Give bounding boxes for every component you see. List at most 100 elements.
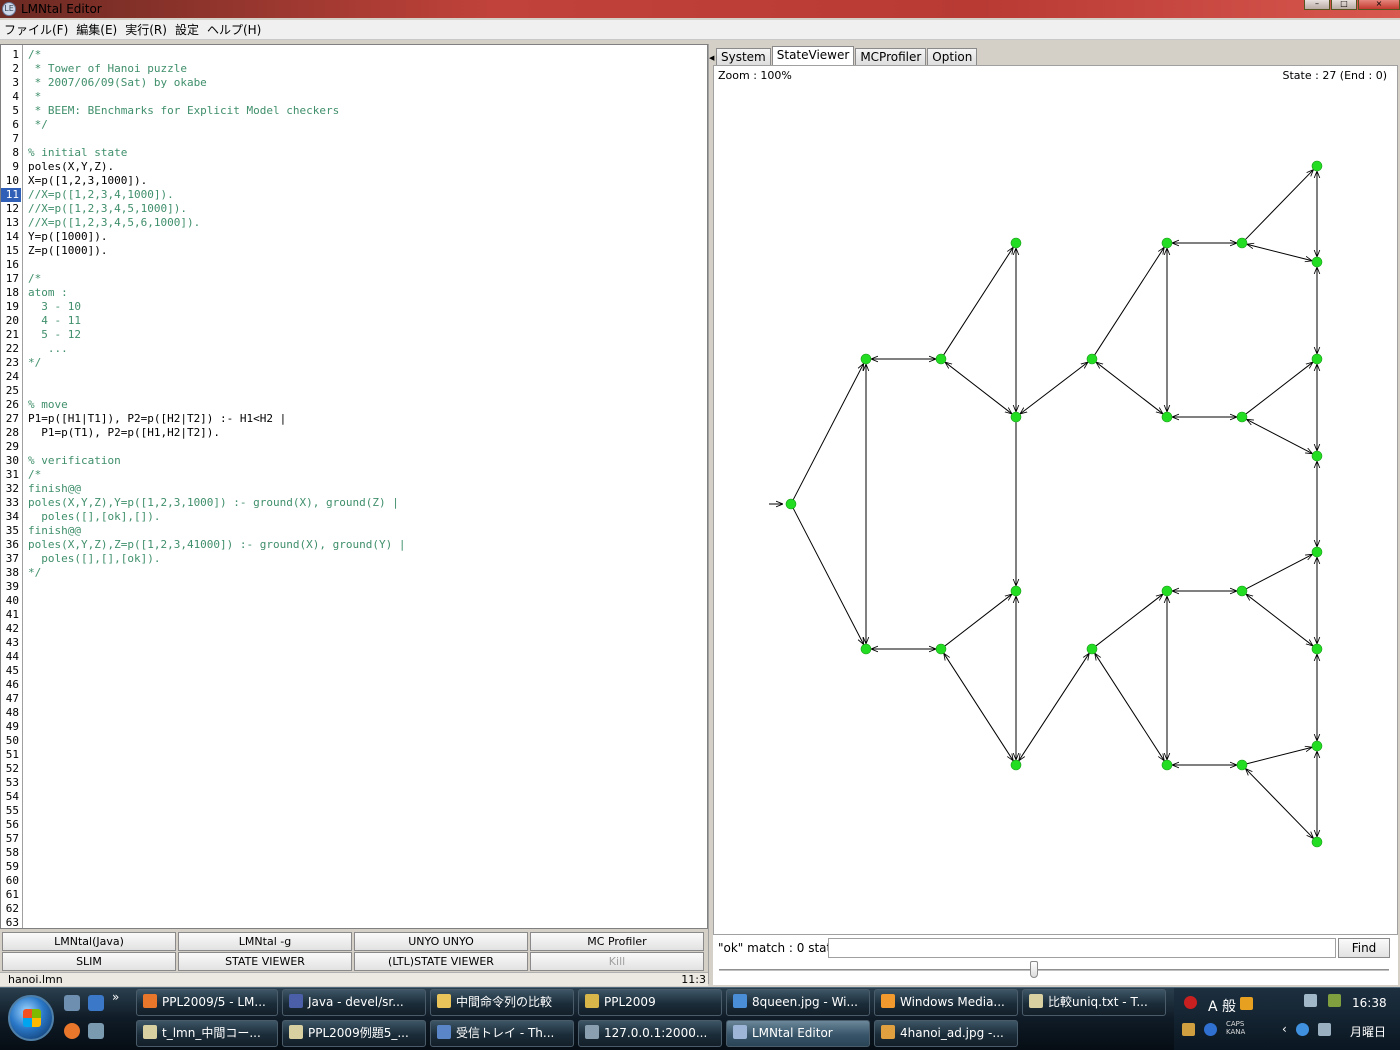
- code-line[interactable]: % verification: [28, 454, 121, 468]
- clock-time[interactable]: 16:38: [1352, 996, 1387, 1010]
- explorer-quicklaunch-icon[interactable]: [88, 1023, 104, 1039]
- state-node[interactable]: [1236, 585, 1248, 597]
- clock-day[interactable]: 月曜日: [1350, 1023, 1386, 1040]
- slim-button[interactable]: SLIM: [2, 952, 176, 971]
- code-line[interactable]: */: [28, 118, 48, 132]
- lmntal-g-button[interactable]: LMNtal -g: [178, 932, 352, 951]
- mc-profiler-button[interactable]: MC Profiler: [530, 932, 704, 951]
- code-line[interactable]: * BEEM: BEnchmarks for Explicit Model ch…: [28, 104, 340, 118]
- code-line[interactable]: X=p([1,2,3,1000]).: [28, 174, 147, 188]
- tray-app-icon[interactable]: [1182, 1023, 1195, 1036]
- state-node[interactable]: [1161, 585, 1173, 597]
- ime-indicator[interactable]: A 般: [1208, 996, 1236, 1016]
- code-line[interactable]: Z=p([1000]).: [28, 244, 107, 258]
- ltl-state-viewer-button[interactable]: (LTL)STATE VIEWER: [354, 952, 528, 971]
- taskbar-button[interactable]: 受信トレイ - Th...: [430, 1020, 574, 1047]
- code-line[interactable]: /*: [28, 272, 41, 286]
- taskbar-button[interactable]: 8queen.jpg - Wi...: [726, 989, 870, 1016]
- state-graph-canvas[interactable]: Zoom : 100% State : 27 (End : 0): [713, 65, 1398, 935]
- quicklaunch-more-icon[interactable]: »: [112, 990, 128, 1006]
- code-line[interactable]: */: [28, 356, 41, 370]
- taskbar-button[interactable]: LMNtal Editor: [726, 1020, 870, 1047]
- code-line[interactable]: ...: [28, 342, 68, 356]
- code-line[interactable]: poles(X,Y,Z),Y=p([1,2,3,1000]) :- ground…: [28, 496, 399, 510]
- state-node[interactable]: [1161, 237, 1173, 249]
- help-icon[interactable]: [1204, 1023, 1217, 1036]
- state-node[interactable]: [1311, 160, 1323, 172]
- taskbar-button[interactable]: Java - devel/sr...: [282, 989, 426, 1016]
- notification-icon[interactable]: [1184, 996, 1197, 1009]
- taskbar-button[interactable]: 127.0.0.1:2000...: [578, 1020, 722, 1047]
- code-line[interactable]: poles([],[ok],[]).: [28, 510, 160, 524]
- state-node[interactable]: [1311, 740, 1323, 752]
- collapse-left-icon[interactable]: ◀: [709, 54, 714, 62]
- state-node[interactable]: [1311, 353, 1323, 365]
- code-line[interactable]: 4 - 11: [28, 314, 81, 328]
- tab-option[interactable]: Option: [927, 48, 978, 66]
- code-line[interactable]: atom :: [28, 286, 68, 300]
- code-line[interactable]: */: [28, 566, 41, 580]
- state-node[interactable]: [1010, 411, 1022, 423]
- code-line[interactable]: //X=p([1,2,3,4,5,6,1000]).: [28, 216, 200, 230]
- minimize-button[interactable]: –: [1304, 0, 1330, 10]
- depth-slider-thumb[interactable]: [1030, 961, 1038, 978]
- taskbar-button[interactable]: 4hanoi_ad.jpg -...: [874, 1020, 1018, 1047]
- state-node[interactable]: [1086, 643, 1098, 655]
- state-node[interactable]: [1086, 353, 1098, 365]
- taskbar-button[interactable]: t_lmn_中間コー...: [136, 1020, 278, 1047]
- state-graph[interactable]: [714, 66, 1398, 935]
- state-node[interactable]: [1311, 450, 1323, 462]
- state-node[interactable]: [860, 353, 872, 365]
- lmntal-java-button[interactable]: LMNtal(Java): [2, 932, 176, 951]
- code-line[interactable]: poles(X,Y,Z),Z=p([1,2,3,41000]) :- groun…: [28, 538, 406, 552]
- state-node[interactable]: [1311, 836, 1323, 848]
- switch-windows-icon[interactable]: [88, 995, 104, 1011]
- code-line[interactable]: * Tower of Hanoi puzzle: [28, 62, 187, 76]
- state-node[interactable]: [1010, 759, 1022, 771]
- state-node[interactable]: [1311, 256, 1323, 268]
- tab-system[interactable]: System: [716, 48, 771, 66]
- taskbar-button[interactable]: PPL2009例題5_...: [282, 1020, 426, 1047]
- state-node[interactable]: [1010, 585, 1022, 597]
- find-button[interactable]: Find: [1338, 938, 1390, 958]
- taskbar-button[interactable]: PPL2009: [578, 989, 722, 1016]
- start-button[interactable]: [8, 995, 54, 1041]
- state-node[interactable]: [1236, 411, 1248, 423]
- power-icon[interactable]: [1328, 994, 1341, 1007]
- state-node[interactable]: [1161, 411, 1173, 423]
- menu-settings[interactable]: 設定: [175, 21, 199, 38]
- update-icon[interactable]: [1296, 1023, 1309, 1036]
- taskbar-button[interactable]: PPL2009/5 - LM...: [136, 989, 278, 1016]
- taskbar-button[interactable]: 比較uniq.txt - T...: [1022, 989, 1166, 1016]
- state-node[interactable]: [860, 643, 872, 655]
- code-line[interactable]: % initial state: [28, 146, 127, 160]
- kill-button[interactable]: Kill: [530, 952, 704, 971]
- menu-file[interactable]: ファイル(F): [4, 21, 68, 38]
- code-editor[interactable]: 1 2 3 4 5 6 7 8 9 10 11 12 13 14 15 16 17 18 19 20 21 22 23 24 2…: [0, 44, 708, 929]
- close-button[interactable]: ×: [1358, 0, 1400, 10]
- maximize-button[interactable]: □: [1331, 0, 1357, 10]
- state-viewer-button[interactable]: STATE VIEWER: [178, 952, 352, 971]
- code-line[interactable]: poles(X,Y,Z).: [28, 160, 114, 174]
- network-icon[interactable]: [1304, 994, 1317, 1007]
- tab-state-viewer[interactable]: StateViewer: [771, 46, 855, 66]
- code-line[interactable]: 5 - 12: [28, 328, 81, 342]
- menu-edit[interactable]: 編集(E): [76, 21, 117, 38]
- code-line[interactable]: //X=p([1,2,3,4,5,1000]).: [28, 202, 187, 216]
- unyo-unyo-button[interactable]: UNYO UNYO: [354, 932, 528, 951]
- state-node[interactable]: [785, 498, 797, 510]
- state-node[interactable]: [935, 353, 947, 365]
- code-line[interactable]: poles([],[],[ok]).: [28, 552, 160, 566]
- code-line[interactable]: 3 - 10: [28, 300, 81, 314]
- depth-slider-track[interactable]: [719, 969, 1389, 971]
- state-node[interactable]: [935, 643, 947, 655]
- state-node[interactable]: [1311, 546, 1323, 558]
- menu-help[interactable]: ヘルプ(H): [207, 21, 261, 38]
- code-line[interactable]: /*: [28, 468, 41, 482]
- show-desktop-icon[interactable]: [64, 995, 80, 1011]
- state-node[interactable]: [1010, 237, 1022, 249]
- ime-tool-icon[interactable]: [1240, 997, 1253, 1010]
- menu-run[interactable]: 実行(R): [125, 21, 167, 38]
- code-line[interactable]: //X=p([1,2,3,4,1000]).: [28, 188, 174, 202]
- code-line[interactable]: P1=p([H1|T1]), P2=p([H2|T2]) :- H1<H2 |: [28, 412, 286, 426]
